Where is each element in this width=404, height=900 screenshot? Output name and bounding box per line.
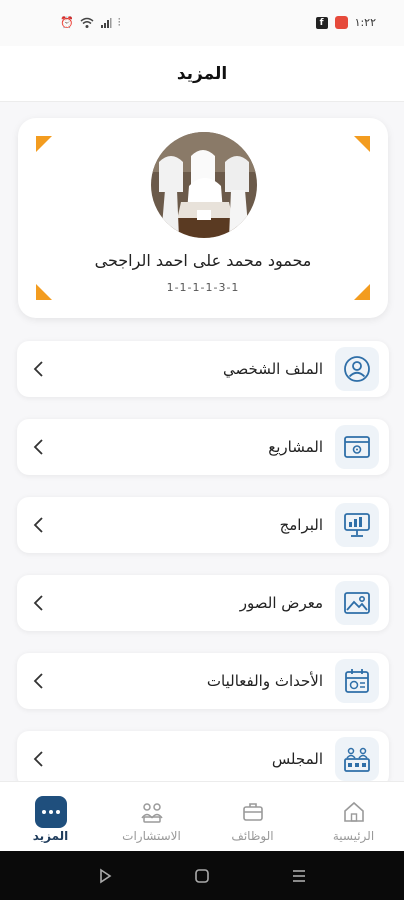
menu-item-label: معرض الصور [239, 594, 323, 612]
wifi-icon [80, 17, 94, 28]
menu-item-profile[interactable]: الملف الشخصي [17, 341, 389, 397]
nav-item-home[interactable]: الرئيسية [303, 782, 404, 852]
briefcase-icon [237, 796, 269, 828]
home-square-icon[interactable] [193, 867, 211, 885]
user-icon [335, 347, 379, 391]
nav-item-jobs[interactable]: الوظائف [202, 782, 303, 852]
vibrate-icon: ⫶ [117, 16, 121, 29]
back-triangle-icon[interactable] [96, 867, 114, 885]
nav-item-more[interactable]: المزيد [0, 782, 101, 852]
menu-item-council[interactable]: المجلس [17, 731, 389, 781]
menu-item-gallery[interactable]: معرض الصور [17, 575, 389, 631]
more-icon [35, 796, 67, 828]
menu-item-label: الملف الشخصي [223, 360, 323, 378]
status-right-icons: f ١:٢٢ [315, 16, 376, 29]
consult-icon [136, 796, 168, 828]
calendar-icon [335, 659, 379, 703]
gallery-icon [335, 581, 379, 625]
facebook-icon: f [315, 16, 328, 29]
chevron-left-icon [33, 361, 43, 377]
menu-item-label: الأحداث والفعاليات [206, 672, 323, 690]
home-icon [338, 796, 370, 828]
status-bar: ⏰ ⫶ f ١:٢٢ [0, 0, 404, 46]
status-left-icons: ⏰ ⫶ [60, 16, 120, 30]
scroll-area[interactable]: محمود محمد على احمد الراجحى 1-1-1-1-3-1 … [0, 103, 404, 781]
chevron-left-icon [33, 439, 43, 455]
council-icon [335, 737, 379, 781]
profile-id: 1-1-1-1-3-1 [166, 281, 240, 294]
nav-item-consultations[interactable]: الاستشارات [101, 782, 202, 852]
bottom-nav: الرئيسية الوظائف الاستشارات المزيد [0, 781, 404, 851]
chevron-left-icon [33, 595, 43, 611]
nav-label: الاستشارات [122, 829, 181, 843]
projects-icon [335, 425, 379, 469]
avatar [151, 132, 257, 238]
menu-item-projects[interactable]: المشاريع [17, 419, 389, 475]
corner-decoration-top-right [354, 136, 370, 152]
page-title: المزيد [176, 63, 228, 84]
alarm-icon: ⏰ [60, 16, 74, 29]
menu-item-events[interactable]: الأحداث والفعاليات [17, 653, 389, 709]
menu-item-label: المجلس [271, 750, 323, 768]
profile-card: محمود محمد على احمد الراجحى 1-1-1-1-3-1 [18, 118, 388, 318]
signal-icon [100, 18, 112, 28]
programs-icon [335, 503, 379, 547]
menu-item-label: البرامج [279, 516, 323, 534]
chevron-left-icon [33, 751, 43, 767]
page-header: المزيد [0, 46, 404, 102]
app-notification-icon [334, 16, 348, 29]
menu-item-programs[interactable]: البرامج [17, 497, 389, 553]
nav-label: الوظائف [231, 829, 274, 843]
nav-label: الرئيسية [332, 829, 375, 843]
menu-lines-icon[interactable] [290, 867, 308, 885]
system-nav-bar [0, 851, 404, 900]
profile-name: محمود محمد على احمد الراجحى [94, 251, 312, 270]
corner-decoration-top-left [36, 136, 52, 152]
status-time: ١:٢٢ [354, 16, 376, 29]
menu-item-label: المشاريع [268, 438, 323, 456]
chevron-left-icon [33, 517, 43, 533]
chevron-left-icon [33, 673, 43, 689]
nav-label: المزيد [32, 829, 69, 843]
